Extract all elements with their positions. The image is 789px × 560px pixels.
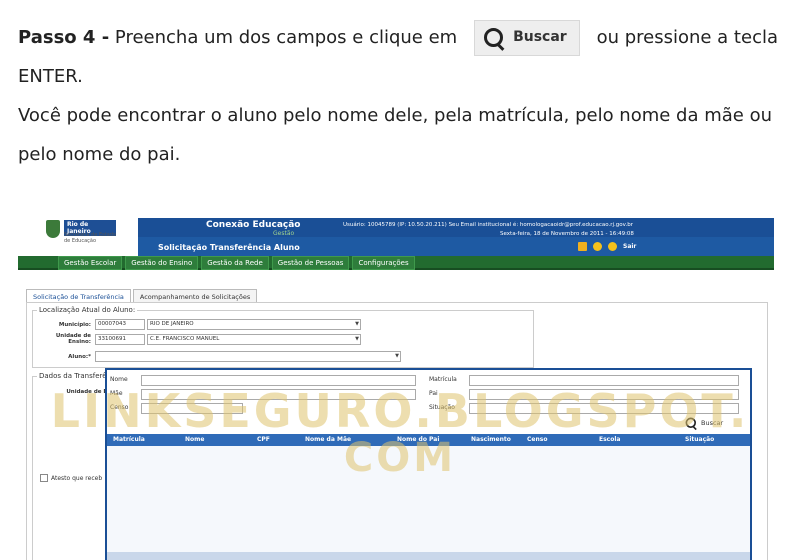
student-search-dialog: Nome Mãe Censo Matrícula Pai Situação Bu… <box>105 368 752 560</box>
magnifier-icon <box>483 27 505 49</box>
atesto-checkbox[interactable] <box>40 474 48 482</box>
menu-gestao-pessoas[interactable]: Gestão de Pessoas <box>271 256 350 270</box>
col-nascimento[interactable]: Nascimento <box>471 436 527 443</box>
instruction-line-1: Passo 4 - Preencha um dos campos e cliqu… <box>18 18 778 57</box>
results-table-body <box>107 445 750 560</box>
menu-gestao-escolar[interactable]: Gestão Escolar <box>58 256 123 270</box>
unidade-row: Unidade de Ensino: 33100691 C.E. FRANCIS… <box>33 333 363 345</box>
system-subtitle: Gestão <box>273 230 295 237</box>
unidade-code: 33100691 <box>95 333 145 345</box>
menu-gestao-rede[interactable]: Gestão da Rede <box>201 256 269 270</box>
main-menu: Gestão Escolar Gestão do Ensino Gestão d… <box>18 256 774 270</box>
situacao-input[interactable] <box>469 403 739 414</box>
municipio-select[interactable]: RIO DE JANEIRO <box>147 319 361 330</box>
col-matricula[interactable]: Matrícula <box>107 436 185 443</box>
censo-label: Censo <box>110 404 129 411</box>
location-fieldset: Localização Atual do Aluno: Município: 0… <box>32 306 534 368</box>
pai-label: Pai <box>429 390 438 397</box>
date-time: Sexta-feira, 18 de Novembro de 2011 - 16… <box>500 231 634 237</box>
menu-gestao-ensino[interactable]: Gestão do Ensino <box>125 256 199 270</box>
help-icon[interactable] <box>593 242 602 251</box>
logout-link[interactable]: Sair <box>623 243 636 250</box>
col-nome[interactable]: Nome <box>185 436 257 443</box>
user-info: Usuário: 10045789 (IP: 10.50.20.211) Seu… <box>343 222 633 228</box>
search-button-label: Buscar <box>701 419 724 427</box>
matricula-input[interactable] <box>469 375 739 386</box>
nome-label: Nome <box>110 376 128 383</box>
page-title: Solicitação Transferência Aluno <box>158 243 300 252</box>
buscar-button-label: Buscar <box>513 29 567 45</box>
matricula-label: Matrícula <box>429 376 457 383</box>
instruction-line1-after: ou pressione a tecla <box>596 27 778 48</box>
aluno-select[interactable] <box>95 351 401 362</box>
results-table-footer <box>107 552 750 560</box>
search-icon <box>685 417 696 429</box>
mae-label: Mãe <box>110 390 123 397</box>
col-nome-pai[interactable]: Nome do Pai <box>397 436 471 443</box>
col-nome-mae[interactable]: Nome da Mãe <box>305 436 397 443</box>
mae-input[interactable] <box>141 389 416 400</box>
rj-logo: Rio de Janeiro Secretaria de Estado de E… <box>46 220 116 250</box>
instruction-paragraph-2: Você pode encontrar o aluno pelo nome de… <box>18 105 773 165</box>
location-legend: Localização Atual do Aluno: <box>37 306 138 314</box>
col-escola[interactable]: Escola <box>599 436 685 443</box>
header-icons: Sair <box>578 242 636 251</box>
col-censo[interactable]: Censo <box>527 436 599 443</box>
col-cpf[interactable]: CPF <box>257 436 305 443</box>
col-situacao[interactable]: Situação <box>685 436 735 443</box>
aluno-label: Aluno:* <box>68 353 91 360</box>
coat-of-arms-icon <box>46 220 60 238</box>
nome-input[interactable] <box>141 375 416 386</box>
atesto-label: Atesto que receb <box>51 474 103 482</box>
pai-input[interactable] <box>469 389 739 400</box>
municipio-label: Município: <box>58 321 91 328</box>
instruction-line1-before: Preencha um dos campos e clique em <box>114 27 458 48</box>
aluno-row: Aluno:* <box>33 351 403 362</box>
atesto-checkbox-row: Atesto que receb <box>40 474 102 482</box>
system-name: Conexão Educação <box>206 220 301 230</box>
system-screenshot: Rio de Janeiro Secretaria de Estado de E… <box>18 216 774 560</box>
header-band: Conexão Educação Gestão Usuário: 1004578… <box>138 218 774 256</box>
home-icon[interactable] <box>578 242 587 251</box>
search-button[interactable]: Buscar <box>685 417 723 429</box>
instruction-text: Passo 4 - Preencha um dos campos e cliqu… <box>18 18 778 174</box>
system-header: Rio de Janeiro Secretaria de Estado de E… <box>18 216 774 256</box>
unidade-select[interactable]: C.E. FRANCISCO MANUEL <box>147 333 361 345</box>
situacao-label: Situação <box>429 404 455 411</box>
menu-configuracoes[interactable]: Configurações <box>352 256 415 270</box>
instruction-line-2: ENTER. <box>18 66 83 87</box>
logout-icon[interactable] <box>608 242 617 251</box>
censo-input[interactable] <box>141 403 243 414</box>
secretaria-label: Secretaria de Estado de Educação <box>64 232 117 244</box>
results-table-header: Matrícula Nome CPF Nome da Mãe Nome do P… <box>107 434 750 445</box>
unidade-label: Unidade de Ensino: <box>55 333 91 345</box>
step-label: Passo 4 - <box>18 27 110 48</box>
municipio-code: 00007043 <box>95 319 145 330</box>
municipio-row: Município: 00007043 RIO DE JANEIRO <box>33 319 363 330</box>
buscar-button-sample: Buscar <box>474 19 580 56</box>
